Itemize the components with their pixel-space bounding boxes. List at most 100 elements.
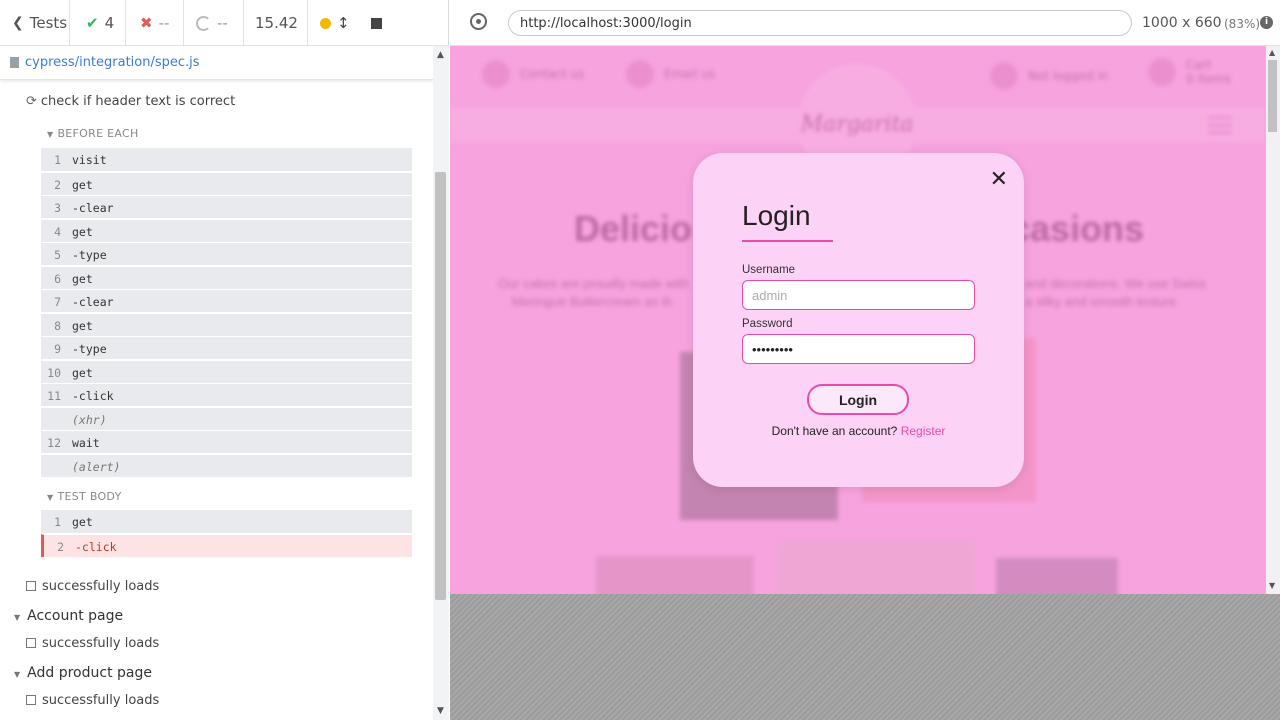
autoscroll-toggle[interactable]: ↕: [308, 0, 359, 46]
command-row[interactable]: 10get.form__actions > .btn: [41, 359, 412, 383]
spec-file-bar: cypress/integration/spec.js: [0, 46, 433, 80]
caret-down-icon: ▼: [47, 493, 54, 502]
caret-down-icon: ▼: [14, 669, 21, 679]
email-link: Email us: [626, 60, 715, 88]
command-row[interactable]: 1visit/login: [41, 148, 412, 171]
stop-button[interactable]: [359, 0, 399, 46]
test-status-icon: [26, 638, 36, 648]
mail-icon: [626, 60, 654, 88]
refresh-icon: ⟳: [26, 94, 37, 109]
test-status-icon: [26, 581, 36, 591]
login-modal: ✕ Login Username Password Login Don't ha…: [693, 153, 1024, 487]
command-row[interactable]: 4get#user-uname: [41, 218, 412, 242]
url-field[interactable]: http://localhost:3000/login: [508, 10, 1132, 36]
scroll-up-icon[interactable]: ▲: [1269, 48, 1275, 57]
command-number: 10: [47, 365, 61, 380]
app-scrollbar[interactable]: ▲ ▼: [1266, 46, 1280, 594]
command-row[interactable]: 3 -clear: [41, 195, 412, 218]
tests-label: Tests: [29, 14, 68, 32]
command-name: get: [72, 318, 93, 333]
username-input[interactable]: [742, 280, 975, 310]
before-each-header[interactable]: ▼ BEFORE EACH: [47, 127, 139, 140]
command-row[interactable]: 6get#user-password: [41, 265, 412, 289]
command-number: 11: [47, 389, 61, 403]
command-row[interactable]: 8get#user-password: [41, 312, 412, 336]
test-title[interactable]: successfully loads: [26, 636, 159, 651]
command-log-panel: ❮ Tests ✔ 4 ✖ -- -- 15.42 ↕ cypress/inte…: [0, 0, 449, 720]
command-row[interactable]: 2 -click: [41, 533, 412, 557]
log-scrollbar[interactable]: ▲ ▼: [433, 46, 449, 720]
scroll-up-icon[interactable]: ▲: [437, 50, 444, 60]
failed-count: ✖ --: [126, 0, 184, 46]
command-number: 9: [54, 342, 61, 356]
suite-title[interactable]: ▼ Add product page: [14, 665, 152, 681]
hero-text-1b: and decorations. We use Swiss: [1025, 276, 1207, 291]
brand-logo: Margarita: [800, 112, 914, 137]
info-icon[interactable]: i: [1260, 16, 1273, 29]
app-iframe: Contact us Email us Not logged in Cart 0 …: [450, 46, 1266, 594]
spec-file-link[interactable]: cypress/integration/spec.js: [25, 55, 200, 70]
passed-value: 4: [104, 14, 115, 32]
test-title[interactable]: successfully loads: [26, 693, 159, 708]
command-number: 5: [54, 248, 61, 262]
check-icon: ✔: [86, 14, 99, 32]
command-number: 7: [54, 295, 61, 309]
cake-image-4: [776, 540, 976, 594]
user-icon: [990, 62, 1018, 90]
command-name: -click: [72, 389, 114, 403]
caret-down-icon: ▼: [47, 130, 54, 139]
hero-text-2: Meringue Buttercream as th: [512, 294, 673, 309]
command-row[interactable]: 1get.nav-trigger > :nth-child(3): [41, 510, 412, 533]
command-row[interactable]: 9 -typeadmin1234: [41, 336, 412, 359]
command-name: -click: [75, 539, 117, 554]
command-name: -type: [72, 342, 107, 356]
username-label: Username: [742, 264, 796, 276]
command-name: get: [72, 271, 93, 286]
hero-title-left: Delicio: [574, 208, 693, 249]
app-scrollbar-thumb[interactable]: [1268, 60, 1277, 132]
command-name: get: [72, 224, 93, 239]
phone-icon: [482, 60, 510, 88]
current-test-title[interactable]: ⟳ check if header text is correct: [26, 94, 235, 109]
hero-text-1: Our cakes are proudly made with: [498, 276, 689, 291]
scrollbar-thumb[interactable]: [435, 172, 446, 600]
chevron-left-icon: ❮: [12, 15, 24, 31]
scroll-down-icon[interactable]: ▼: [437, 706, 444, 716]
cart-icon: [1148, 58, 1176, 86]
title-underline: [742, 240, 833, 242]
command-name: -type: [72, 248, 107, 262]
selector-playground-icon[interactable]: [470, 13, 487, 30]
scroll-down-icon[interactable]: ▼: [1269, 581, 1275, 590]
command-number: 12: [47, 436, 61, 450]
login-submit-button[interactable]: Login: [807, 384, 909, 415]
command-row[interactable]: (alert)The username and the password do …: [41, 453, 412, 477]
hero-title-right: casions: [1010, 208, 1145, 249]
register-link[interactable]: Register: [901, 424, 946, 438]
command-row[interactable]: 7 -clear: [41, 289, 412, 312]
suite-title[interactable]: ▼ Account page: [14, 608, 123, 624]
command-name: wait: [72, 436, 100, 450]
cart: Cart 0 Items: [1148, 58, 1231, 86]
tests-button[interactable]: ❮ Tests: [0, 0, 70, 46]
duration-value: 15.42: [255, 14, 298, 32]
file-icon: [10, 57, 19, 68]
duration: 15.42: [244, 0, 308, 46]
test-title[interactable]: successfully loads: [26, 579, 159, 594]
password-input[interactable]: [742, 334, 975, 364]
hero-text-2b: a silky and smooth texture.: [1025, 294, 1180, 309]
command-number: 6: [54, 271, 61, 286]
cake-image-5: [996, 558, 1118, 594]
command-row[interactable]: 2get#user-uname: [41, 171, 412, 195]
stop-icon: [371, 17, 382, 29]
cake-image-3: [596, 556, 754, 594]
before-each-label: BEFORE EACH: [57, 127, 139, 140]
close-icon[interactable]: ✕: [990, 167, 1008, 192]
command-number: 3: [54, 201, 61, 215]
command-row[interactable]: 12wait1000: [41, 430, 412, 453]
test-body-header[interactable]: ▼ TEST BODY: [47, 490, 122, 503]
command-row[interactable]: (xhr)POST 403 http://localhost:8080/log…: [41, 406, 412, 430]
command-row[interactable]: 11 -click: [41, 383, 412, 406]
command-row[interactable]: 5 -typeadmin: [41, 242, 412, 265]
command-number: 1: [54, 515, 61, 529]
command-number: 1: [54, 153, 61, 167]
